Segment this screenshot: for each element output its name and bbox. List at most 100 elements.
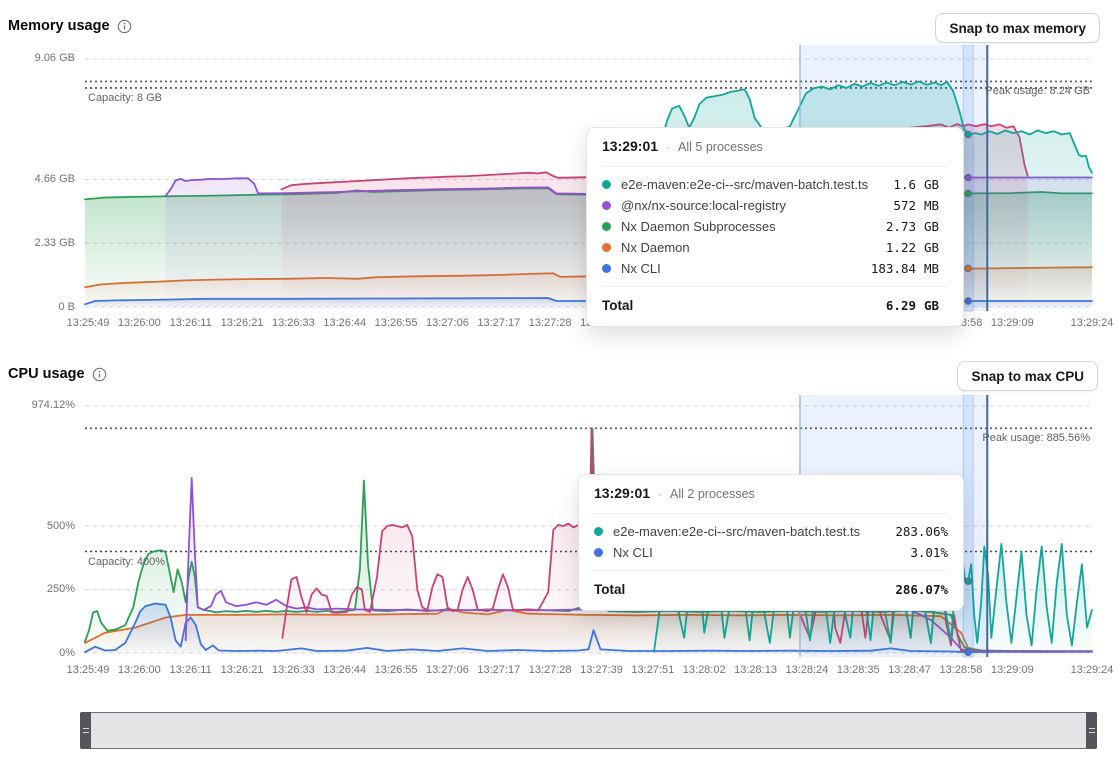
capacity-label: Capacity: 8 GB — [88, 92, 162, 104]
x-tick-label: 13:26:44 — [323, 664, 366, 676]
cursor-dot-purple — [965, 174, 971, 180]
snap-to-max-cpu-button[interactable]: Snap to max CPU — [957, 361, 1098, 391]
x-tick-label: 13:26:11 — [170, 664, 212, 676]
memory-section-header: Memory usage — [8, 18, 132, 34]
x-tick-label: 13:28:35 — [837, 664, 880, 676]
memory-tooltip: 13:29:01 · All 5 processes e2e-maven:e2e… — [586, 127, 964, 327]
series-color-dot — [602, 201, 611, 210]
memory-chart: 13:29:01 · All 5 processes e2e-maven:e2e… — [0, 45, 1118, 337]
process-value-unit: % — [940, 545, 948, 560]
brush-handle-left[interactable] — [80, 712, 91, 749]
process-name: e2e-maven:e2e-ci--src/maven-batch.test.t… — [621, 177, 893, 192]
tooltip-total-unit: GB — [924, 298, 948, 313]
y-tick-label: 2.33 GB — [5, 237, 75, 249]
x-tick-label: 13:25:49 — [67, 664, 110, 676]
process-name: e2e-maven:e2e-ci--src/maven-batch.test.t… — [613, 524, 895, 539]
cursor-dot-green — [965, 190, 971, 196]
tooltip-process-row: Nx Daemon1.22GB — [602, 237, 948, 258]
cpu-section-header: CPU usage — [8, 366, 107, 382]
process-value: 572 — [893, 198, 916, 213]
cursor-dot-orange — [965, 265, 971, 271]
x-tick-label: 13:28:58 — [940, 664, 983, 676]
hover-crosshair — [963, 395, 973, 657]
process-name: Nx Daemon — [621, 240, 886, 255]
series-color-dot — [602, 243, 611, 252]
x-tick-label: 13:27:17 — [477, 317, 520, 329]
process-value-unit: GB — [924, 177, 948, 192]
process-value: 3.01 — [910, 545, 940, 560]
peak-usage-label: Peak usage: 8.24 GB — [985, 85, 1090, 97]
tooltip-total-label: Total — [594, 582, 895, 597]
brush-handle-right[interactable] — [1086, 712, 1097, 749]
cpu-tooltip: 13:29:01 · All 2 processes e2e-maven:e2e… — [578, 474, 964, 611]
process-value-unit: MB — [924, 261, 948, 276]
series-color-dot — [602, 222, 611, 231]
process-value-unit: GB — [924, 219, 948, 234]
tooltip-process-row: Nx CLI183.84 MB — [602, 258, 948, 279]
tooltip-process-row: @nx/nx-source:local-registry572 MB — [602, 195, 948, 216]
x-tick-label: 13:26:44 — [323, 317, 366, 329]
y-tick-label: 4.66 GB — [5, 173, 75, 185]
tooltip-rows: e2e-maven:e2e-ci--src/maven-batch.test.t… — [594, 513, 948, 563]
process-name: Nx CLI — [613, 545, 910, 560]
memory-title: Memory usage — [8, 18, 110, 34]
tooltip-total-row: Total 286.07 % — [594, 570, 948, 599]
process-name: Nx CLI — [621, 261, 871, 276]
tooltip-total-unit: % — [940, 582, 948, 597]
x-tick-label: 13:28:02 — [683, 664, 726, 676]
x-tick-label: 13:25:49 — [67, 317, 110, 329]
tooltip-process-row: Nx CLI3.01% — [594, 542, 948, 563]
x-tick-label: 13:29:09 — [991, 664, 1034, 676]
x-tick-label: 13:29:24 — [1071, 317, 1114, 329]
cursor-dot-blue — [965, 298, 971, 304]
tooltip-header: 13:29:01 · All 5 processes — [602, 138, 948, 158]
tooltip-process-row: e2e-maven:e2e-ci--src/maven-batch.test.t… — [602, 174, 948, 195]
x-tick-label: 13:26:11 — [170, 317, 212, 329]
info-icon[interactable] — [117, 19, 132, 34]
y-tick-label: 974.12% — [5, 399, 75, 411]
info-icon[interactable] — [92, 367, 107, 382]
x-tick-label: 13:29:09 — [991, 317, 1034, 329]
peak-usage-label: Peak usage: 885.56% — [982, 432, 1090, 444]
process-value: 1.22 — [886, 240, 916, 255]
series-color-dot — [602, 180, 611, 189]
process-value-unit: MB — [924, 198, 948, 213]
process-value: 1.6 — [893, 177, 916, 192]
capacity-label: Capacity: 400% — [88, 556, 165, 568]
series-color-dot — [602, 264, 611, 273]
tooltip-time: 13:29:01 — [594, 485, 650, 501]
y-tick-label: 0% — [5, 647, 75, 659]
x-tick-label: 13:27:17 — [477, 664, 520, 676]
y-tick-label: 250% — [5, 583, 75, 595]
x-tick-label: 13:26:00 — [118, 664, 161, 676]
x-tick-label: 13:26:33 — [272, 664, 315, 676]
snap-to-max-memory-button[interactable]: Snap to max memory — [935, 13, 1100, 43]
tooltip-header: 13:29:01 · All 2 processes — [594, 485, 948, 505]
tooltip-subtitle: All 5 processes — [678, 140, 763, 154]
x-tick-label: 13:27:06 — [426, 664, 469, 676]
tooltip-subtitle: All 2 processes — [670, 487, 755, 501]
tooltip-bullet: · — [666, 140, 670, 154]
x-tick-label: 13:27:39 — [580, 664, 623, 676]
series-color-dot — [594, 548, 603, 557]
process-name: @nx/nx-source:local-registry — [621, 198, 893, 213]
process-value: 183.84 — [871, 261, 916, 276]
x-tick-label: 13:26:21 — [221, 664, 264, 676]
process-name: Nx Daemon Subprocesses — [621, 219, 886, 234]
x-tick-label: 13:26:21 — [221, 317, 264, 329]
x-tick-label: 13:26:55 — [375, 664, 418, 676]
cpu-chart: 13:29:01 · All 2 processes e2e-maven:e2e… — [0, 395, 1118, 687]
process-value: 2.73 — [886, 219, 916, 234]
brush-track[interactable] — [80, 712, 1097, 749]
tooltip-total-label: Total — [602, 298, 886, 313]
tooltip-total-value: 6.29 — [886, 298, 916, 313]
x-tick-label: 13:26:55 — [375, 317, 418, 329]
y-tick-label: 9.06 GB — [5, 52, 75, 64]
x-tick-label: 13:26:33 — [272, 317, 315, 329]
series-color-dot — [594, 527, 603, 536]
x-tick-label: 13:27:51 — [631, 664, 674, 676]
tooltip-bullet: · — [658, 487, 662, 501]
x-tick-label: 13:26:00 — [118, 317, 161, 329]
cursor-dot-teal — [965, 578, 971, 584]
tooltip-rows: e2e-maven:e2e-ci--src/maven-batch.test.t… — [602, 166, 948, 279]
